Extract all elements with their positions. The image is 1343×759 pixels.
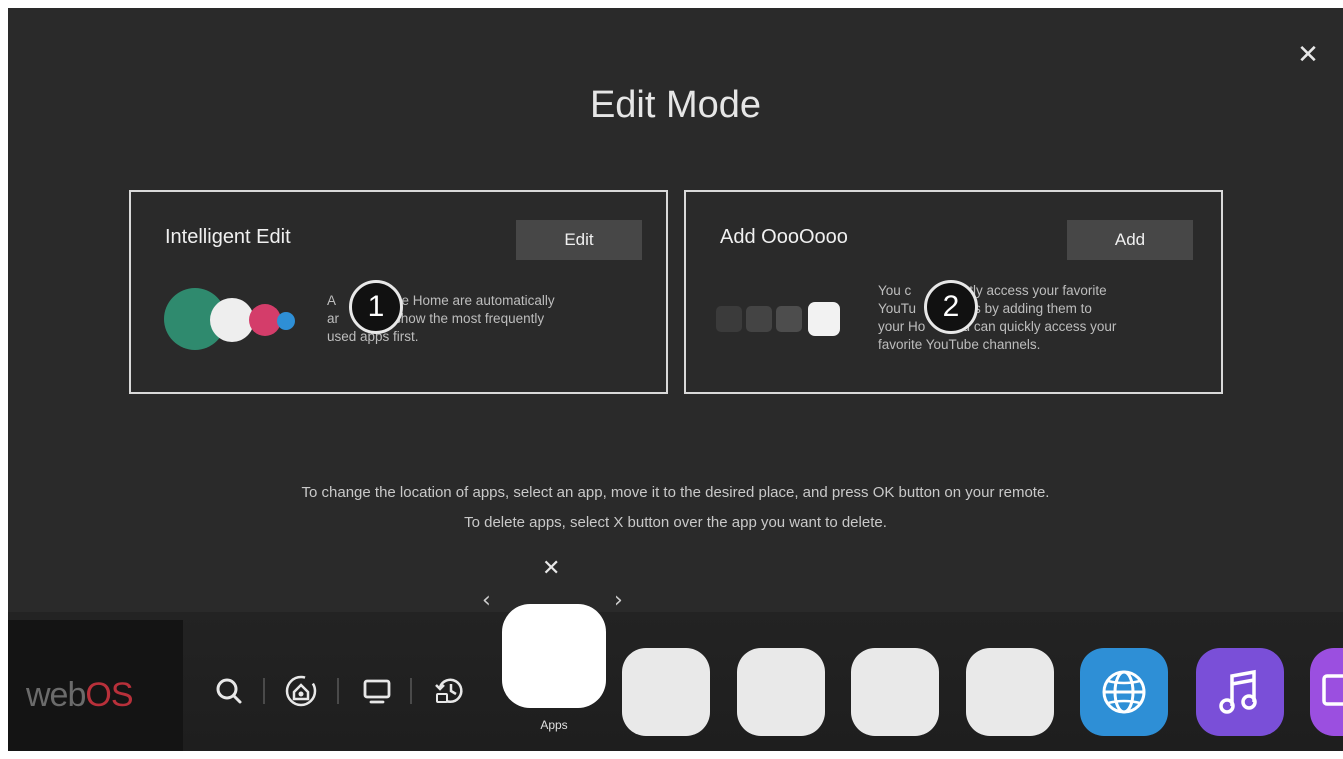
app-tile[interactable] [966, 648, 1054, 736]
hint-delete-apps: To delete apps, select X button over the… [464, 514, 887, 531]
app-tile[interactable] [851, 648, 939, 736]
browser-app-tile[interactable] [1080, 648, 1168, 736]
page-title: Edit Mode [589, 84, 762, 126]
add-channel-card: Add OooOooo Add You c tly access your fav… [684, 190, 1223, 394]
divider [410, 678, 412, 704]
apps-tile-selected[interactable] [502, 604, 606, 708]
music-app-tile[interactable] [1196, 648, 1284, 736]
card-title: Intelligent Edit [165, 226, 291, 248]
app-tile[interactable] [622, 648, 710, 736]
webos-logo: webOS [26, 676, 134, 714]
music-note-icon [1219, 669, 1257, 714]
delete-app-button[interactable]: ✕ [542, 556, 560, 581]
move-right-arrow[interactable]: › [614, 588, 623, 613]
close-button[interactable]: ✕ [1291, 38, 1325, 72]
divider [337, 678, 339, 704]
add-button[interactable]: Add [1067, 220, 1193, 260]
tv-input-icon[interactable] [360, 674, 394, 708]
move-left-arrow[interactable]: ‹ [482, 588, 491, 613]
gallery-app-tile[interactable] [1310, 648, 1343, 736]
card-title: Add OooOooo [720, 226, 848, 248]
step-2-badge: 2 [924, 280, 978, 334]
divider [263, 678, 265, 704]
home-dashboard-icon[interactable] [284, 674, 318, 708]
globe-icon [1102, 670, 1146, 714]
hint-move-apps: To change the location of apps, select a… [301, 484, 1050, 501]
edit-button[interactable]: Edit [516, 220, 642, 260]
photo-icon [1322, 674, 1343, 706]
intelligent-edit-card: Intelligent Edit Edit Ahe Home are autom… [129, 190, 668, 394]
apps-label: Apps [540, 718, 568, 732]
search-icon[interactable] [212, 674, 246, 708]
edit-mode-screen: ✕ Edit Mode Intelligent Edit Edit Ahe Ho… [8, 8, 1343, 751]
recent-history-icon[interactable] [432, 674, 466, 708]
step-1-badge: 1 [349, 280, 403, 334]
app-tile[interactable] [737, 648, 825, 736]
